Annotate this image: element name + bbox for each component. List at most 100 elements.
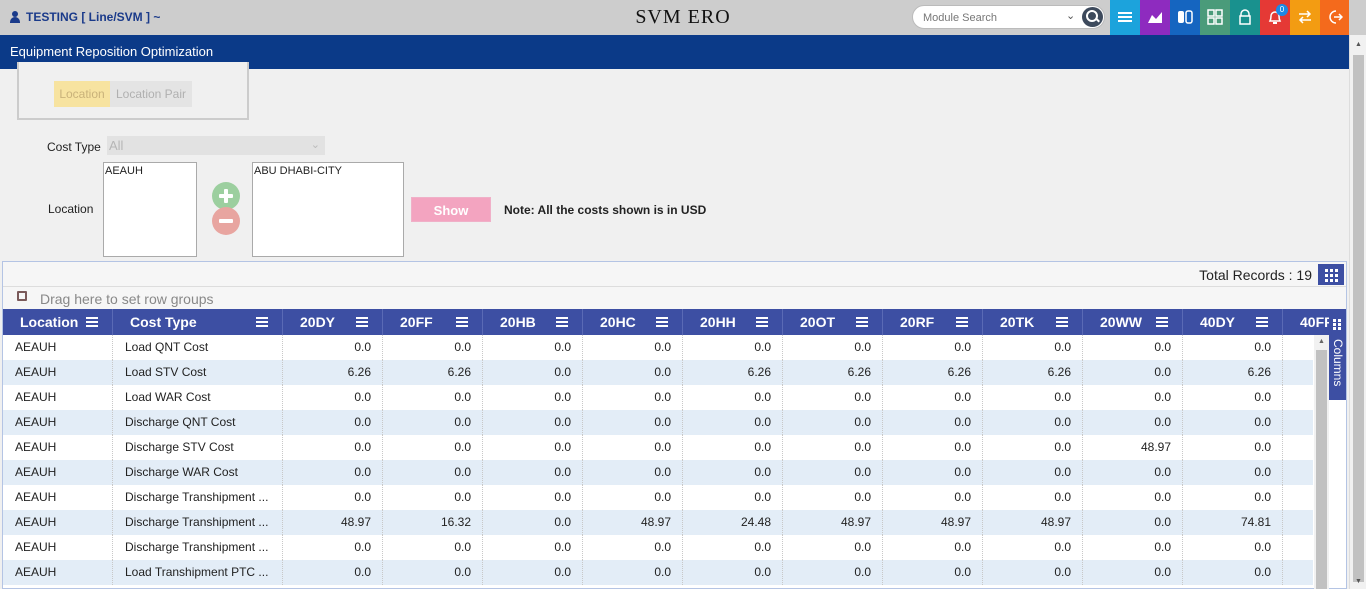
location-source-list[interactable]: AEAUH — [103, 162, 197, 257]
column-header-20hc[interactable]: 20HC — [583, 309, 683, 335]
table-row[interactable]: AEAUH Discharge Transhipment ... 48.97 16.3… — [3, 510, 1313, 535]
cost-type-value: All — [109, 138, 124, 153]
table-cell: 0.0 — [683, 385, 783, 410]
add-location-button[interactable] — [212, 182, 240, 210]
table-cell: 0.0 — [1083, 335, 1183, 360]
column-menu-icon[interactable] — [556, 317, 568, 327]
column-menu-icon[interactable] — [756, 317, 768, 327]
table-cell: 6.26 — [983, 360, 1083, 385]
scroll-down-icon[interactable]: ▼ — [1355, 578, 1362, 585]
column-header-cost-type[interactable]: Cost Type — [113, 309, 283, 335]
table-cell: 0.0 — [1083, 460, 1183, 485]
table-cell: 0.0 — [483, 435, 583, 460]
table-row[interactable]: AEAUH Load WAR Cost 0.0 0.0 0.0 0.0 0.0 0.0 0.0 0… — [3, 385, 1313, 410]
bell-icon[interactable]: 0 — [1260, 0, 1290, 35]
location-selected-list[interactable]: ABU DHABI-CITY — [252, 162, 404, 257]
chevron-down-icon[interactable]: ⌄ — [1066, 9, 1075, 22]
column-menu-icon[interactable] — [86, 317, 98, 327]
table-row[interactable]: AEAUH Load STV Cost 6.26 6.26 0.0 0.0 6.26 6.26… — [3, 360, 1313, 385]
column-header-label: 40FF — [1300, 314, 1329, 330]
column-menu-icon[interactable] — [356, 317, 368, 327]
table-row[interactable]: AEAUH Load Transhipment PTC ... 0.0 0.0 0.0 0… — [3, 560, 1313, 585]
column-header-40ff[interactable]: 40FF — [1283, 309, 1329, 335]
table-cell: 0.0 — [783, 435, 883, 460]
column-menu-icon[interactable] — [256, 317, 268, 327]
table-cell: 6.26 — [1183, 360, 1283, 385]
table-cell: 0.0 — [283, 335, 383, 360]
scrollbar-thumb[interactable] — [1353, 55, 1364, 582]
column-menu-icon[interactable] — [856, 317, 868, 327]
scroll-up-icon[interactable]: ▲ — [1318, 338, 1325, 345]
table-cell: 0.0 — [283, 560, 383, 585]
column-header-20ww[interactable]: 20WW — [1083, 309, 1183, 335]
column-header-20ff[interactable]: 20FF — [383, 309, 483, 335]
table-cell: Load STV Cost — [113, 360, 283, 385]
list-item[interactable]: ABU DHABI-CITY — [254, 165, 402, 177]
column-menu-icon[interactable] — [1056, 317, 1068, 327]
column-menu-icon[interactable] — [456, 317, 468, 327]
table-cell: Discharge Transhipment ... — [113, 485, 283, 510]
table-cell: 0.0 — [883, 385, 983, 410]
table-row[interactable]: AEAUH Discharge STV Cost 0.0 0.0 0.0 0.0 0.0 0.… — [3, 435, 1313, 460]
table-row[interactable]: AEAUH Discharge Transhipment ... 0.0 0.0 0.0… — [3, 535, 1313, 560]
column-header-20dy[interactable]: 20DY — [283, 309, 383, 335]
table-cell: 0.0 — [283, 385, 383, 410]
table-cell: 0.0 — [983, 560, 1083, 585]
table-row[interactable]: AEAUH Load QNT Cost 0.0 0.0 0.0 0.0 0.0 0.0 0.0 0… — [3, 335, 1313, 360]
table-cell: 0.0 — [583, 460, 683, 485]
table-cell: Load WAR Cost — [113, 385, 283, 410]
table-cell: 0.0 — [783, 385, 883, 410]
list-item[interactable]: AEAUH — [105, 165, 195, 177]
column-header-20hh[interactable]: 20HH — [683, 309, 783, 335]
table-cell: 48.97 — [283, 510, 383, 535]
cost-type-select[interactable]: All ⌄ — [107, 136, 325, 155]
grid-apps-icon[interactable] — [1200, 0, 1230, 35]
logout-icon[interactable] — [1320, 0, 1349, 35]
lock-icon[interactable] — [1230, 0, 1260, 35]
table-cell: 0.0 — [683, 410, 783, 435]
table-cell: 0.0 — [883, 535, 983, 560]
column-menu-icon[interactable] — [1256, 317, 1268, 327]
view-by-location-button[interactable]: Location — [54, 81, 110, 107]
page-scrollbar[interactable]: ▲ ▼ — [1349, 35, 1366, 589]
module-search-input[interactable] — [923, 10, 1063, 25]
column-header-20hb[interactable]: 20HB — [483, 309, 583, 335]
table-cell: 0.0 — [683, 335, 783, 360]
column-header-20tk[interactable]: 20TK — [983, 309, 1083, 335]
columns-panel-tab[interactable]: Columns — [1329, 309, 1346, 400]
swap-icon[interactable] — [1290, 0, 1320, 35]
row-group-drop-zone[interactable]: Drag here to set row groups — [3, 286, 1346, 309]
table-cell: 0.0 — [383, 335, 483, 360]
column-header-20rf[interactable]: 20RF — [883, 309, 983, 335]
menu-icon[interactable] — [1110, 0, 1140, 35]
switch-icon[interactable] — [1170, 0, 1200, 35]
table-cell: 0.0 — [583, 360, 683, 385]
view-by-location-pair-button[interactable]: Location Pair — [110, 81, 192, 107]
scrollbar-thumb[interactable] — [1316, 350, 1327, 589]
column-menu-icon[interactable] — [1156, 317, 1168, 327]
remove-location-button[interactable] — [212, 207, 240, 235]
grid-scrollbar[interactable]: ▲ — [1314, 335, 1329, 589]
table-row[interactable]: AEAUH Discharge WAR Cost 0.0 0.0 0.0 0.0 0.0 0.… — [3, 460, 1313, 485]
table-cell: AEAUH — [3, 560, 113, 585]
column-menu-icon[interactable] — [956, 317, 968, 327]
column-header-location[interactable]: Location — [3, 309, 113, 335]
table-cell: 6.26 — [683, 360, 783, 385]
search-icon[interactable] — [1082, 7, 1103, 27]
column-header-40dy[interactable]: 40DY — [1183, 309, 1283, 335]
table-cell: 0.0 — [583, 485, 683, 510]
table-row[interactable]: AEAUH Discharge QNT Cost 0.0 0.0 0.0 0.0 0.0 0.… — [3, 410, 1313, 435]
column-header-20ot[interactable]: 20OT — [783, 309, 883, 335]
table-cell: 0.0 — [1083, 560, 1183, 585]
grid-menu-icon[interactable] — [1318, 264, 1344, 285]
module-search[interactable]: ⌄ — [912, 5, 1105, 29]
area-chart-icon[interactable] — [1140, 0, 1170, 35]
table-row[interactable]: AEAUH Discharge Transhipment ... 0.0 0.0 0.0… — [3, 485, 1313, 510]
table-cell: 0.0 — [383, 485, 483, 510]
table-cell: 0.0 — [683, 535, 783, 560]
column-menu-icon[interactable] — [656, 317, 668, 327]
show-button[interactable]: Show — [411, 197, 491, 222]
scroll-up-icon[interactable]: ▲ — [1355, 41, 1362, 48]
column-header-label: 20HH — [700, 314, 736, 330]
user-menu[interactable]: TESTING [ Line/SVM ] ~ — [10, 10, 160, 24]
